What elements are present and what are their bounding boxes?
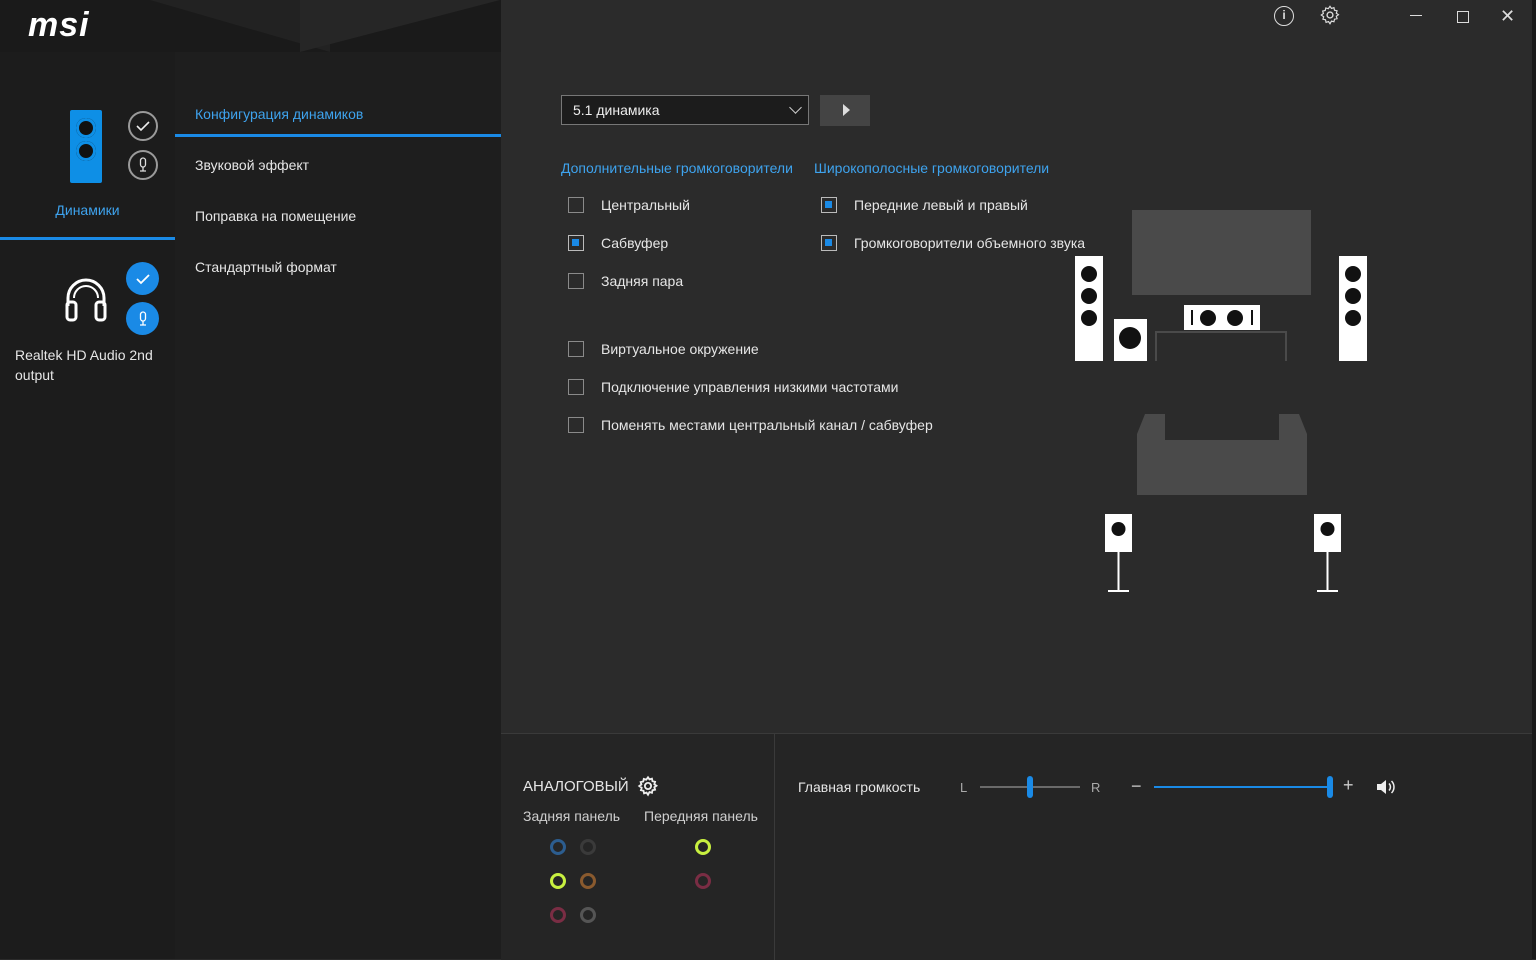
front-jack-pink[interactable] <box>695 873 711 889</box>
speaker-config-value: 5.1 динамика <box>573 102 660 118</box>
speaker-config-select[interactable]: 5.1 динамика <box>561 95 809 125</box>
volume-increase-button[interactable]: + <box>1343 775 1354 796</box>
checkbox-center[interactable] <box>568 197 584 213</box>
label-surround: Громкоговорители объемного звука <box>854 235 1086 251</box>
rear-jack-green[interactable] <box>550 873 566 889</box>
window-edge <box>1532 0 1536 959</box>
analog-panel <box>501 733 775 960</box>
speaker-volume-icon[interactable] <box>1375 778 1397 801</box>
volume-slider-thumb[interactable] <box>1327 776 1333 798</box>
label-virtual-surround: Виртуальное окружение <box>601 341 759 357</box>
device-selected-indicator <box>0 237 175 240</box>
label-center: Центральный <box>601 197 690 213</box>
default-comm-mic-icon-2[interactable] <box>126 302 159 335</box>
front-left-speaker-icon[interactable] <box>1075 256 1103 361</box>
close-button[interactable]: ✕ <box>1500 6 1515 27</box>
tv-stand <box>1155 331 1287 361</box>
device-label-speakers[interactable]: Динамики <box>0 202 175 218</box>
rear-panel-label: Задняя панель <box>523 808 621 824</box>
front-jack-green[interactable] <box>695 839 711 855</box>
checkbox-front-lr[interactable] <box>821 197 837 213</box>
balance-right-label: R <box>1091 780 1101 795</box>
rear-jack-black[interactable] <box>580 839 596 855</box>
tab-default-format[interactable]: Стандартный формат <box>195 259 337 275</box>
logo-banner: msi <box>0 0 501 52</box>
speaker-device-icon[interactable] <box>70 110 102 183</box>
label-rear-pair: Задняя пара <box>601 273 684 289</box>
balance-slider-thumb[interactable] <box>1027 776 1033 798</box>
checkbox-bass-management[interactable] <box>568 379 584 395</box>
tab-room-correction[interactable]: Поправка на помещение <box>195 208 356 224</box>
volume-slider-fill <box>1154 786 1330 788</box>
surround-right-speaker-icon[interactable] <box>1313 514 1343 599</box>
default-device-check-icon[interactable] <box>128 111 158 141</box>
minimize-button[interactable] <box>1410 15 1422 16</box>
rear-jack-grey[interactable] <box>580 907 596 923</box>
volume-decrease-button[interactable]: − <box>1131 776 1142 797</box>
front-right-speaker-icon[interactable] <box>1339 256 1367 361</box>
play-test-button[interactable] <box>820 95 870 126</box>
sofa-icon <box>1136 414 1308 501</box>
rear-jack-blue[interactable] <box>550 839 566 855</box>
label-subwoofer: Сабвуфер <box>601 235 669 251</box>
subwoofer-speaker-icon[interactable] <box>1114 319 1147 361</box>
device-label-realtek[interactable]: Realtek HD Audio 2nd output <box>15 345 170 385</box>
maximize-button[interactable] <box>1457 11 1469 23</box>
chevron-down-icon <box>789 101 802 114</box>
label-bass-management: Подключение управления низкими частотами <box>601 379 899 395</box>
checkbox-subwoofer[interactable] <box>568 235 584 251</box>
headphones-icon[interactable] <box>64 276 108 329</box>
analog-settings-gear-icon[interactable] <box>637 775 659 802</box>
default-comm-mic-icon[interactable] <box>128 150 158 180</box>
volume-panel <box>775 733 1532 960</box>
checkbox-virtual-surround[interactable] <box>568 341 584 357</box>
info-icon[interactable]: i <box>1274 6 1294 26</box>
front-panel-label: Передняя панель <box>644 808 758 824</box>
checkbox-surround[interactable] <box>821 235 837 251</box>
center-speaker-icon[interactable] <box>1184 305 1260 330</box>
tab-speaker-config[interactable]: Конфигурация динамиков <box>195 106 363 122</box>
tab-sound-effect[interactable]: Звуковой эффект <box>195 157 309 173</box>
optional-speakers-heading: Дополнительные громкоговорители <box>561 160 793 176</box>
rear-jack-orange[interactable] <box>580 873 596 889</box>
rear-jack-pink[interactable] <box>550 907 566 923</box>
balance-left-label: L <box>960 780 968 795</box>
main-volume-label: Главная громкость <box>798 779 921 795</box>
fullrange-speakers-heading: Широкополосные громкоговорители <box>814 160 1050 176</box>
navigation-panel <box>175 52 501 959</box>
analog-title: АНАЛОГОВЫЙ <box>523 778 629 795</box>
default-device-check-icon-2[interactable] <box>126 262 159 295</box>
checkbox-swap-center-sub[interactable] <box>568 417 584 433</box>
tv-screen <box>1132 210 1311 295</box>
gear-icon[interactable] <box>1319 4 1341 31</box>
msi-logo: msi <box>28 6 90 44</box>
label-swap-center-sub: Поменять местами центральный канал / саб… <box>601 417 933 433</box>
tab-active-indicator <box>175 134 501 137</box>
label-front-lr: Передние левый и правый <box>854 197 1028 213</box>
surround-left-speaker-icon[interactable] <box>1104 514 1134 599</box>
checkbox-rear-pair[interactable] <box>568 273 584 289</box>
